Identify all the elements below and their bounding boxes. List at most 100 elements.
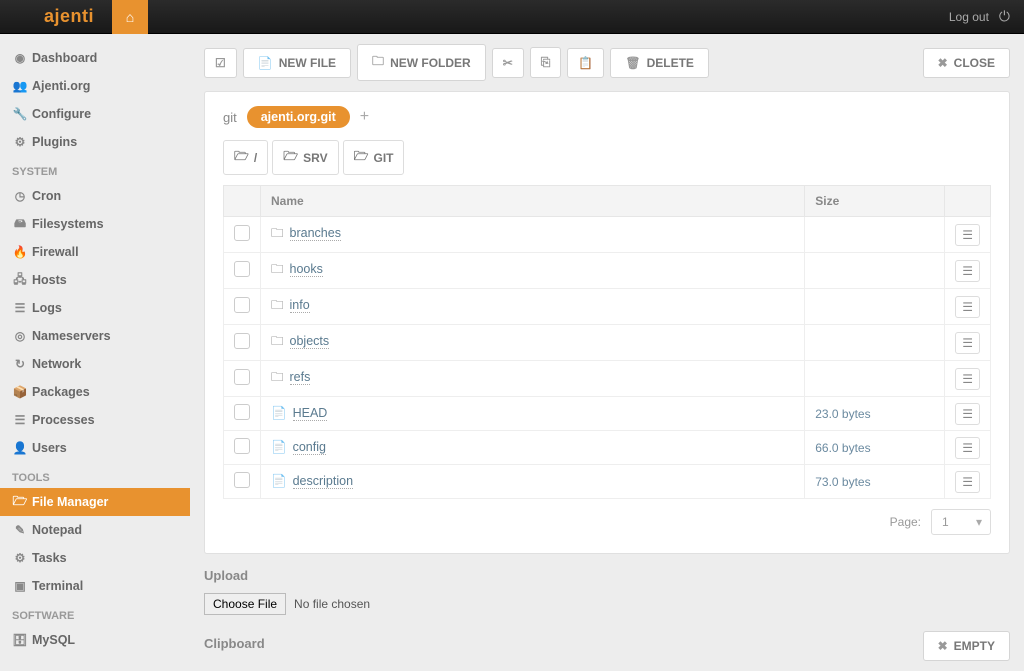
row-checkbox[interactable] <box>234 369 250 385</box>
new-folder-button[interactable]: 🗀NEW FOLDER <box>357 44 486 81</box>
sidebar-cat-system: SYSTEM <box>0 156 190 182</box>
pager-select[interactable]: 1 <box>931 509 991 535</box>
sidebar-icon: ◉ <box>12 51 28 65</box>
sidebar-item-firewall[interactable]: 🔥Firewall <box>0 238 190 266</box>
folder-icon: 🗀 <box>271 226 284 240</box>
logout-link[interactable]: Log out <box>949 10 989 24</box>
row-menu-button[interactable]: ☰ <box>955 332 980 354</box>
file-link[interactable]: config <box>293 440 326 455</box>
folder-icon: 🗀 <box>271 370 284 384</box>
sidebar-item-configure[interactable]: 🔧Configure <box>0 100 190 128</box>
paste-button[interactable]: 📋 <box>567 48 604 78</box>
sidebar-item-network[interactable]: ↻Network <box>0 350 190 378</box>
sidebar-item-users[interactable]: 👤Users <box>0 434 190 462</box>
row-checkbox[interactable] <box>234 333 250 349</box>
sidebar-item-plugins[interactable]: ⚙Plugins <box>0 128 190 156</box>
row-menu-button[interactable]: ☰ <box>955 403 980 425</box>
delete-button[interactable]: 🗑DELETE <box>610 48 709 78</box>
sidebar-item-label: Packages <box>32 385 90 399</box>
row-checkbox[interactable] <box>234 404 250 420</box>
sidebar-icon: ✎ <box>12 523 28 537</box>
sidebar-item-notepad[interactable]: ✎Notepad <box>0 516 190 544</box>
sidebar-item-hosts[interactable]: 🖧Hosts <box>0 266 190 294</box>
path-segment[interactable]: 🗁SRV <box>272 140 338 175</box>
sidebar-item-dashboard[interactable]: ◉Dashboard <box>0 44 190 72</box>
folder-icon: 🗀 <box>271 334 284 348</box>
sidebar-item-label: File Manager <box>32 495 108 509</box>
sidebar-item-packages[interactable]: 📦 Packages <box>0 378 190 406</box>
file-link[interactable]: description <box>293 474 353 489</box>
row-menu-button[interactable]: ☰ <box>955 260 980 282</box>
sidebar-icon: 👥 <box>12 79 28 93</box>
sidebar-icon: ▣ <box>12 579 28 593</box>
sidebar-item-ajenti-org[interactable]: 👥Ajenti.org <box>0 72 190 100</box>
select-all-button[interactable]: ☑ <box>204 48 237 78</box>
file-link[interactable]: refs <box>290 370 311 385</box>
sidebar-item-cron[interactable]: ◷Cron <box>0 182 190 210</box>
file-link[interactable]: objects <box>290 334 330 349</box>
choose-file-button[interactable]: Choose File <box>204 593 286 615</box>
row-checkbox[interactable] <box>234 225 250 241</box>
sidebar-item-label: Configure <box>32 107 91 121</box>
folder-icon: 🗀 <box>372 52 384 73</box>
sidebar-item-filesystems[interactable]: 🖴Filesystems <box>0 210 190 238</box>
file-link[interactable]: info <box>290 298 310 313</box>
file-link[interactable]: HEAD <box>293 406 328 421</box>
breadcrumb-add[interactable]: + <box>360 108 369 126</box>
sidebar-item-label: Processes <box>32 413 95 427</box>
sidebar-icon: ☰ <box>12 301 28 315</box>
file-link[interactable]: hooks <box>290 262 323 277</box>
sidebar-item-logs[interactable]: ☰ Logs <box>0 294 190 322</box>
sidebar-item-mysql[interactable]: 🗄 MySQL <box>0 626 190 654</box>
power-icon[interactable]: ⏻ <box>999 8 1010 25</box>
path-segment[interactable]: 🗁/ <box>223 140 268 175</box>
copy-button[interactable]: ⎘ <box>530 47 562 78</box>
row-menu-button[interactable]: ☰ <box>955 296 980 318</box>
file-link[interactable]: branches <box>290 226 341 241</box>
row-menu-button[interactable]: ☰ <box>955 368 980 390</box>
row-checkbox[interactable] <box>234 297 250 313</box>
table-row: 🗀 objects ☰ <box>224 325 991 361</box>
sidebar-icon: 🔥 <box>12 245 28 259</box>
row-checkbox[interactable] <box>234 261 250 277</box>
sidebar-icon: 📦 <box>12 385 28 399</box>
sidebar-item-nameservers[interactable]: ◎Nameservers <box>0 322 190 350</box>
row-menu-button[interactable]: ☰ <box>955 437 980 459</box>
new-file-button[interactable]: 📄NEW FILE <box>243 48 351 78</box>
path-segment[interactable]: 🗁GIT <box>343 140 405 175</box>
sidebar-item-label: Logs <box>32 301 62 315</box>
row-menu-button[interactable]: ☰ <box>955 224 980 246</box>
close-button[interactable]: ✖CLOSE <box>923 48 1010 78</box>
toolbar: ☑ 📄NEW FILE 🗀NEW FOLDER ✂ ⎘ 📋 🗑DELETE ✖C… <box>204 44 1010 81</box>
home-button[interactable]: ⌂ <box>112 0 148 34</box>
sidebar-item-tasks[interactable]: ⚙Tasks <box>0 544 190 572</box>
trash-icon: 🗑 <box>625 56 640 70</box>
sidebar-icon: 👤 <box>12 441 28 455</box>
row-checkbox[interactable] <box>234 472 250 488</box>
clipboard-heading: Clipboard <box>204 636 265 651</box>
sidebar-item-processes[interactable]: ☰Processes <box>0 406 190 434</box>
table-row: 🗀 refs ☰ <box>224 361 991 397</box>
breadcrumb-root[interactable]: git <box>223 110 237 125</box>
sidebar-icon: 🗄 <box>12 633 28 647</box>
sidebar-icon: ⚙ <box>12 135 28 149</box>
sidebar-icon: ◷ <box>12 189 28 203</box>
folder-open-icon: 🗁 <box>234 147 249 168</box>
empty-clipboard-button[interactable]: ✖EMPTY <box>923 631 1010 661</box>
cut-button[interactable]: ✂ <box>492 48 524 78</box>
file-size <box>805 217 945 253</box>
sidebar-icon: 🖧 <box>12 270 28 291</box>
breadcrumb-current[interactable]: ajenti.org.git <box>247 106 350 128</box>
sidebar-item-label: Terminal <box>32 579 83 593</box>
row-checkbox[interactable] <box>234 438 250 454</box>
sidebar-item-file-manager[interactable]: 🗁File Manager <box>0 488 190 516</box>
file-icon: 📄 <box>271 474 287 488</box>
sidebar-icon: ◎ <box>12 329 28 343</box>
file-size: 23.0 bytes <box>805 397 945 431</box>
sidebar-item-label: MySQL <box>32 633 75 647</box>
scissors-icon: ✂ <box>503 56 513 70</box>
row-menu-button[interactable]: ☰ <box>955 471 980 493</box>
sidebar-item-terminal[interactable]: ▣ Terminal <box>0 572 190 600</box>
table-row: 📄config66.0 bytes☰ <box>224 431 991 465</box>
sidebar-item-label: Tasks <box>32 551 67 565</box>
